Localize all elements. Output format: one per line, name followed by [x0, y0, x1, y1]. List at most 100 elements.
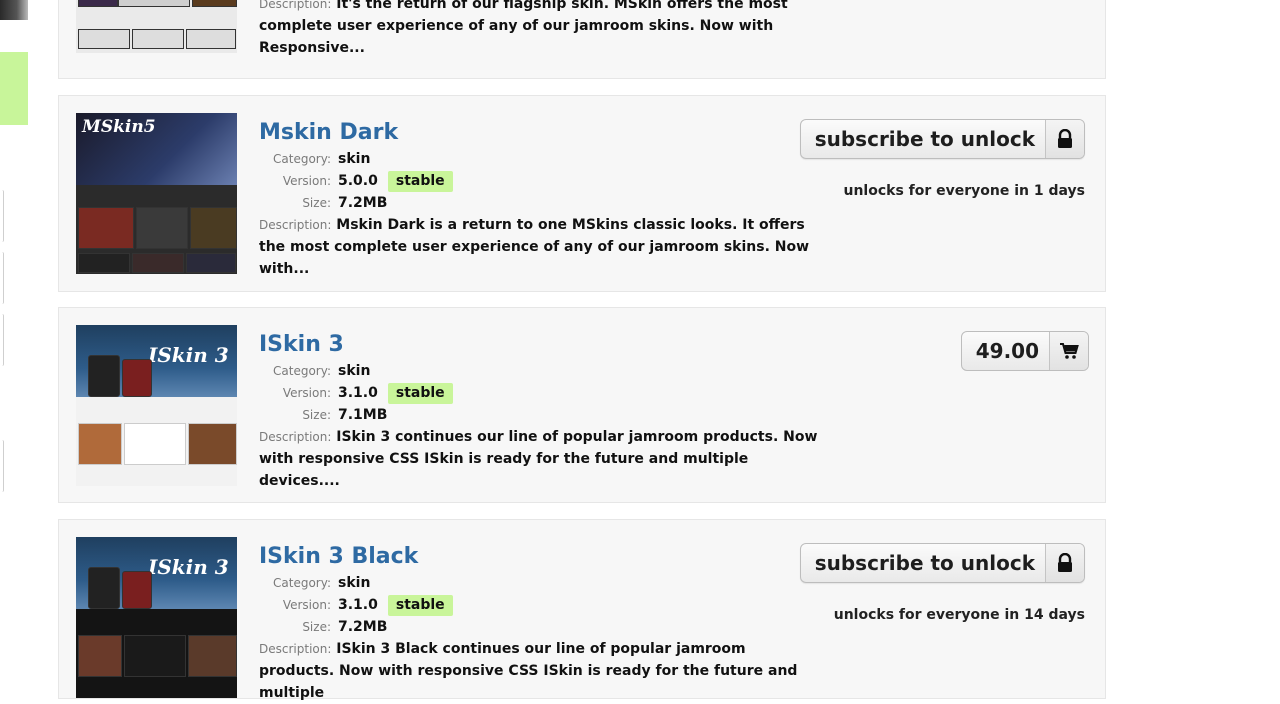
subscribe-button-label: subscribe to unlock: [814, 551, 1035, 575]
version-row: Version: 5.0.0 stable: [259, 170, 819, 192]
thumbnail-title: MSkin5: [82, 117, 156, 137]
thumbnail-banner: ISkin 3: [76, 325, 237, 397]
category-value: skin: [338, 363, 371, 379]
sidebar-tab-fragment[interactable]: [0, 314, 4, 366]
version-value: 5.0.0: [338, 173, 378, 189]
size-value: 7.2MB: [338, 619, 388, 635]
thumbnail-grid: [76, 185, 237, 274]
version-label: Version:: [282, 598, 331, 612]
thumbnail-tile: [124, 635, 186, 677]
thumbnail-tile: [88, 567, 120, 609]
status-badge: stable: [387, 594, 453, 616]
product-thumbnail[interactable]: MSkin5: [76, 113, 237, 274]
product-info: ISkin 3 Category: skin Version: 3.1.0 st…: [259, 330, 819, 492]
category-row: Category: skin: [259, 148, 819, 170]
thumbnail-tile: [188, 423, 237, 465]
thumbnail-grid: [76, 609, 237, 698]
thumbnail-tile: [136, 207, 188, 249]
thumbnail-tile: [78, 423, 122, 465]
unlock-countdown: unlocks for everyone in 14 days: [833, 607, 1085, 623]
thumbnail-banner: ISkin 3: [76, 537, 237, 609]
product-description: Description: ISkin 3 continues our line …: [259, 426, 819, 492]
thumbnail-grid: [76, 397, 237, 486]
category-label: Category:: [273, 364, 331, 378]
status-badge: stable: [387, 382, 453, 404]
category-label: Category:: [273, 152, 331, 166]
size-row: Size: 7.2MB: [259, 616, 819, 638]
product-info: Description: It's the return of our flag…: [259, 0, 819, 59]
category-value: skin: [338, 575, 371, 591]
category-value: skin: [338, 151, 371, 167]
thumbnail-tile: [132, 253, 184, 273]
description-text: ISkin 3 Black continues our line of popu…: [259, 641, 798, 701]
thumbnail-tile: [186, 253, 236, 273]
size-label: Size:: [302, 620, 331, 634]
description-label: Description:: [259, 430, 332, 444]
product-card: ISkin 3 ISkin 3 Black Category: skin Ver…: [58, 519, 1106, 701]
product-title[interactable]: ISkin 3: [259, 330, 819, 360]
category-row: Category: skin: [259, 572, 819, 594]
thumbnail-tile: [188, 635, 237, 677]
description-text: ISkin 3 continues our line of popular ja…: [259, 429, 818, 489]
size-label: Size:: [302, 408, 331, 422]
product-thumbnail[interactable]: ISkin 3: [76, 325, 237, 486]
thumbnail-banner: MSkin5: [76, 113, 237, 185]
size-label: Size:: [302, 196, 331, 210]
product-card: ISkin 3 ISkin 3 Category: skin Version: …: [58, 307, 1106, 503]
version-value: 3.1.0: [338, 385, 378, 401]
sidebar-highlight-fragment: [0, 52, 28, 125]
description-label: Description:: [259, 0, 332, 11]
thumbnail-tile: [124, 423, 186, 465]
thumbnail-tile: [186, 29, 236, 49]
product-card: Description: It's the return of our flag…: [58, 0, 1106, 79]
thumbnail-tile: [88, 355, 120, 397]
size-row: Size: 7.2MB: [259, 192, 819, 214]
sidebar-tab-fragment[interactable]: [0, 190, 4, 242]
size-row: Size: 7.1MB: [259, 404, 819, 426]
sidebar-tab-fragment[interactable]: [0, 252, 4, 304]
unlock-countdown: unlocks for everyone in 1 days: [843, 183, 1085, 199]
thumbnail-tile: [118, 0, 190, 7]
version-row: Version: 3.1.0 stable: [259, 594, 819, 616]
cart-icon: [1049, 332, 1088, 370]
thumbnail-tile: [122, 359, 152, 397]
lock-icon: [1045, 544, 1084, 582]
version-label: Version:: [282, 174, 331, 188]
thumbnail-tile: [78, 253, 130, 273]
category-row: Category: skin: [259, 360, 819, 382]
subscribe-to-unlock-button[interactable]: subscribe to unlock: [799, 543, 1085, 583]
version-label: Version:: [282, 386, 331, 400]
product-thumbnail[interactable]: ISkin 3: [76, 537, 237, 698]
subscribe-button-label: subscribe to unlock: [814, 127, 1035, 151]
product-thumbnail[interactable]: [76, 0, 237, 53]
product-title[interactable]: Mskin Dark: [259, 118, 819, 148]
sidebar-thumbnail-fragment: [0, 0, 28, 20]
price-label: 49.00: [975, 339, 1039, 363]
product-info: ISkin 3 Black Category: skin Version: 3.…: [259, 542, 819, 704]
description-text: Mskin Dark is a return to one MSkins cla…: [259, 217, 810, 277]
description-label: Description:: [259, 642, 332, 656]
thumbnail-tile: [122, 571, 152, 609]
product-title[interactable]: ISkin 3 Black: [259, 542, 819, 572]
description-text: It's the return of our flagship skin. MS…: [259, 0, 788, 56]
thumbnail-tile: [78, 0, 118, 7]
subscribe-to-unlock-button[interactable]: subscribe to unlock: [799, 119, 1085, 159]
sidebar-tab-fragment[interactable]: [0, 440, 4, 492]
thumbnail-tile: [190, 207, 237, 249]
thumbnail-title: ISkin 3: [148, 343, 229, 367]
product-description: Description: Mskin Dark is a return to o…: [259, 214, 819, 280]
product-info: Mskin Dark Category: skin Version: 5.0.0…: [259, 118, 819, 280]
thumbnail-tile: [78, 207, 134, 249]
version-value: 3.1.0: [338, 597, 378, 613]
description-label: Description:: [259, 218, 332, 232]
category-label: Category:: [273, 576, 331, 590]
thumbnail-tile: [78, 635, 122, 677]
thumbnail-title: ISkin 3: [148, 555, 229, 579]
product-card: MSkin5 Mskin Dark Category: skin Version…: [58, 95, 1106, 292]
add-to-cart-button[interactable]: 49.00: [960, 331, 1089, 371]
version-row: Version: 3.1.0 stable: [259, 382, 819, 404]
size-value: 7.1MB: [338, 407, 388, 423]
product-description: Description: ISkin 3 Black continues our…: [259, 638, 819, 704]
thumbnail-tile: [78, 29, 130, 49]
lock-icon: [1045, 120, 1084, 158]
